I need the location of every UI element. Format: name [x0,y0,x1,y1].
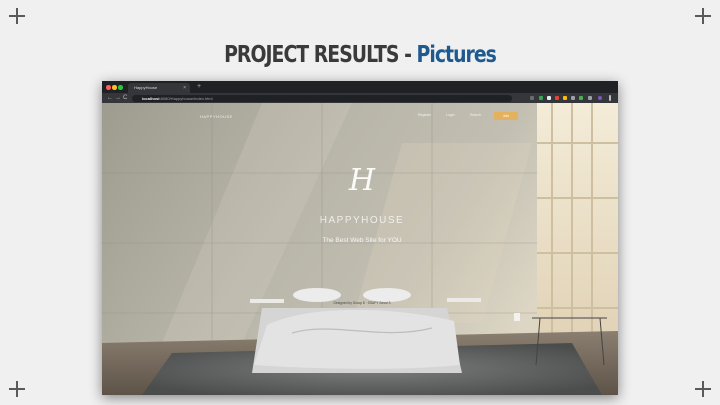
close-window-icon[interactable] [106,85,111,90]
browser-window: HappyHouse × + ← → C localhost:8080/Happ… [102,81,618,395]
back-icon[interactable]: ← [107,93,113,103]
pillow [363,288,411,302]
hero-logo-mark: H [348,163,376,198]
extension-grey-icon[interactable] [571,96,575,100]
hero-title: HAPPYHOUSE [319,215,405,226]
extension-red-icon[interactable] [555,96,559,100]
nav-register[interactable]: Register [418,113,431,117]
extension-v-icon[interactable] [579,96,583,100]
tab-title: HappyHouse [134,85,158,90]
corner-plus-icon [9,8,25,24]
site-logo[interactable]: HAPPYHOUSE [200,114,233,119]
tab-bar: HappyHouse × + [102,81,618,93]
nav-search[interactable]: Search [470,113,481,117]
slide-title: PROJECT RESULTS - Pictures [65,42,655,68]
minimize-window-icon[interactable] [112,85,117,90]
slide-title-highlight: Pictures [416,42,497,68]
bedroom-photo [102,103,618,395]
pillow [293,288,341,302]
page-viewport: HAPPYHOUSE Register Login Search Join H … [102,103,618,395]
browser-toolbar: ← → C localhost:8080/Happyhouse/index.ht… [102,93,618,103]
puzzle-icon[interactable] [588,96,592,100]
extension-yellow-icon[interactable] [563,96,567,100]
address-host: localhost [142,95,160,101]
nightstand [250,299,284,303]
key-icon[interactable] [530,96,534,100]
avatar[interactable] [598,96,602,100]
browser-tab[interactable]: HappyHouse × [128,83,190,93]
corner-plus-icon [9,381,25,397]
hero-credit: Designed by Group 8 · SSAFY Seoul 3 [333,301,391,305]
new-tab-icon[interactable]: + [197,82,201,92]
reload-icon[interactable]: C [123,93,127,103]
address-path: :8080/Happyhouse/index.html [159,95,213,101]
nightstand [447,298,481,302]
nav-login[interactable]: Login [446,113,455,117]
corner-plus-icon [695,381,711,397]
join-button[interactable]: Join [494,112,518,120]
slide-title-prefix: PROJECT RESULTS - [224,42,417,68]
lamp [514,313,520,321]
forward-icon[interactable]: → [115,93,121,103]
maximize-window-icon[interactable] [118,85,123,90]
extension-white-icon[interactable] [547,96,551,100]
tab-close-icon[interactable]: × [183,83,186,93]
menu-icon[interactable] [609,95,611,101]
hero-subtitle: The Best Web Site for YOU [322,237,402,244]
corner-plus-icon [695,8,711,24]
address-bar[interactable]: localhost:8080/Happyhouse/index.html [132,94,512,102]
extension-green-icon[interactable] [539,96,543,100]
